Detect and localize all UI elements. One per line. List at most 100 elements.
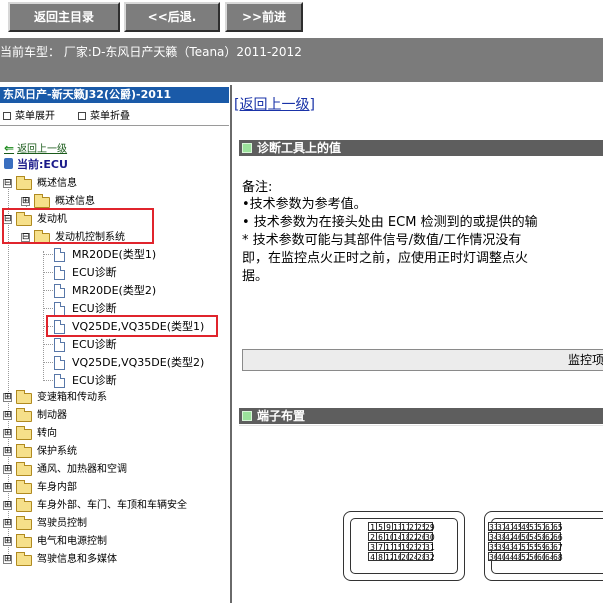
- folder-icon: [16, 462, 32, 476]
- folder-icon: [34, 194, 50, 208]
- tree-node-protection[interactable]: ⊞ 保护系统: [0, 443, 225, 461]
- note-line: 即，在监控点火正时之前，应使用正时灯调整点火: [242, 251, 529, 266]
- home-button[interactable]: 返回主目录: [8, 2, 120, 32]
- expand-toggle-icon[interactable]: ⊞: [21, 197, 30, 206]
- tree-leaf-ecu-diag[interactable]: ECU诊断: [0, 372, 220, 390]
- expand-toggle-icon[interactable]: ⊞: [3, 537, 12, 546]
- expand-toggle-icon[interactable]: ⊞: [3, 447, 12, 456]
- expand-toggle-icon[interactable]: ⊞: [3, 483, 12, 492]
- connector-pin: 32: [424, 552, 435, 562]
- vehicle-info-text: 当前车型： 厂家:D-东风日产天籁（Teana）2011-2012: [0, 45, 302, 59]
- table-header-cell: 监控项: [242, 349, 603, 371]
- connector-2-pins: 333741454953576165 343842465054586266 3539…: [488, 522, 563, 562]
- pin-row: 1 5 9 1317212529: [368, 522, 435, 532]
- tree-leaf-ecu-diag[interactable]: ECU诊断: [0, 336, 220, 354]
- folder-icon: [16, 480, 32, 494]
- tree-node-label: 概述信息: [37, 178, 77, 189]
- tree-leaf-mr20de-1[interactable]: MR20DE(类型1): [0, 246, 220, 264]
- menu-expand-button[interactable]: 菜单展开: [3, 107, 55, 122]
- collapse-toggle-icon[interactable]: ⊟: [3, 179, 12, 188]
- expand-toggle-icon[interactable]: ⊞: [3, 501, 12, 510]
- connector-pin: 30: [424, 532, 435, 542]
- tree-node-label: 车身内部: [37, 482, 77, 493]
- forward-button[interactable]: >>前进: [225, 2, 303, 32]
- note-line: * 技术参数可能与其部件信号/数值/工作情况没有: [242, 233, 522, 248]
- folder-icon: [16, 426, 32, 440]
- tree-node-label: ECU诊断: [72, 266, 117, 279]
- tree-node-label: 车身外部、车门、车顶和车辆安全: [37, 500, 187, 511]
- expand-toggle-icon[interactable]: ⊞: [3, 519, 12, 528]
- section-marker-icon: [242, 143, 252, 153]
- ecu-icon: [4, 158, 13, 169]
- tree-node-overview[interactable]: ⊟ 概述信息: [0, 175, 200, 193]
- back-arrow-icon: ⇐: [4, 141, 15, 155]
- tree-node-label: MR20DE(类型2): [72, 284, 157, 297]
- expand-icon: [3, 112, 11, 120]
- document-icon: [54, 248, 65, 262]
- highlight-box-vq25de: [46, 315, 218, 337]
- connector-pin: 31: [424, 542, 435, 552]
- tree-node-multimedia[interactable]: ⊞ 驾驶信息和多媒体: [0, 551, 225, 569]
- note-line: 备注:: [242, 180, 273, 195]
- document-icon: [54, 284, 65, 298]
- tree-node-brakes[interactable]: ⊞ 制动器: [0, 407, 225, 425]
- tree-leaf-vq25de-2[interactable]: VQ25DE,VQ35DE(类型2): [0, 354, 220, 372]
- top-toolbar: 返回主目录 <<后退. >>前进: [0, 0, 603, 36]
- content-pane: [返回上一级] 诊断工具上的值 备注: •技术参数为参考值。 • 技术参数为在接…: [234, 85, 603, 603]
- connector-pin: 67: [552, 542, 563, 552]
- tree-node-electrical[interactable]: ⊞ 电气和电源控制: [0, 533, 225, 551]
- menu-collapse-button[interactable]: 菜单折叠: [78, 107, 130, 122]
- expand-toggle-icon[interactable]: ⊞: [3, 411, 12, 420]
- tree-node-transmission[interactable]: ⊞ 变速箱和传动系: [0, 389, 225, 407]
- pin-row: 3 7 111519232731: [368, 542, 435, 552]
- tree-node-label: 驾驶信息和多媒体: [37, 554, 117, 565]
- note-line: • 技术参数为在接头处由 ECM 检测到的或提供的输: [242, 215, 538, 230]
- tree-node-label: MR20DE(类型1): [72, 248, 157, 261]
- expand-toggle-icon[interactable]: ⊞: [3, 429, 12, 438]
- connector-pin: 29: [424, 522, 435, 532]
- up-level-link[interactable]: [返回上一级]: [234, 94, 315, 114]
- pin-row: 333741454953576165: [488, 522, 563, 532]
- expand-toggle-icon[interactable]: ⊞: [3, 555, 12, 564]
- tree-node-steering[interactable]: ⊞ 转向: [0, 425, 225, 443]
- pin-row: 4 8 121620242832: [368, 552, 435, 562]
- folder-icon: [16, 444, 32, 458]
- connector-1: 1 5 9 1317212529 2 6 101418222630 3 7 11151923273…: [343, 511, 465, 581]
- connector-pin: 65: [552, 522, 563, 532]
- tree-node-label: ECU诊断: [72, 338, 117, 351]
- section-title: 端子布置: [257, 409, 306, 423]
- tree-node-hvac[interactable]: ⊞ 通风、加热器和空调: [0, 461, 225, 479]
- document-icon: [54, 302, 65, 316]
- pin-row: 364044485256606468: [488, 552, 563, 562]
- document-icon: [54, 374, 65, 388]
- tree-title: 东风日产-新天籁J32(公爵)-2011: [0, 87, 229, 103]
- tree-node-interior[interactable]: ⊞ 车身内部: [0, 479, 225, 497]
- tree-node-label: 制动器: [37, 410, 67, 421]
- folder-icon: [16, 534, 32, 548]
- note-line: •技术参数为参考值。: [242, 197, 367, 212]
- tree-back-link[interactable]: ⇐ 返回上一级: [4, 140, 67, 155]
- tree-node-label: 变速箱和传动系: [37, 392, 107, 403]
- tree-node-label: 电气和电源控制: [37, 536, 107, 547]
- expand-toggle-icon[interactable]: ⊞: [3, 393, 12, 402]
- vehicle-info-bar: 当前车型： 厂家:D-东风日产天籁（Teana）2011-2012: [0, 38, 603, 82]
- menu-expand-label: 菜单展开: [15, 111, 55, 122]
- pin-row: 2 6 101418222630: [368, 532, 435, 542]
- tree-leaf-ecu-diag[interactable]: ECU诊断: [0, 264, 220, 282]
- tree-node-exterior[interactable]: ⊞ 车身外部、车门、车顶和车辆安全: [0, 497, 229, 515]
- tree-divider: [0, 125, 229, 126]
- tree-node-label: 通风、加热器和空调: [37, 464, 127, 475]
- tree-node-label: ECU诊断: [72, 374, 117, 387]
- section-title: 诊断工具上的值: [257, 141, 342, 155]
- section-header-terminal-layout: 端子布置: [239, 408, 603, 424]
- section-header-diag-values: 诊断工具上的值: [239, 140, 603, 156]
- back-button[interactable]: <<后退.: [124, 2, 220, 32]
- folder-open-icon: [16, 176, 32, 190]
- current-node-label: 当前:ECU: [17, 158, 68, 171]
- tree-leaf-mr20de-2[interactable]: MR20DE(类型2): [0, 282, 220, 300]
- expand-toggle-icon[interactable]: ⊞: [3, 465, 12, 474]
- current-node: 当前:ECU: [4, 156, 68, 172]
- pin-row: 343842465054586266: [488, 532, 563, 542]
- connector-1-pins: 1 5 9 1317212529 2 6 101418222630 3 7 11151923273…: [368, 522, 435, 562]
- tree-node-driver-controls[interactable]: ⊞ 驾驶员控制: [0, 515, 225, 533]
